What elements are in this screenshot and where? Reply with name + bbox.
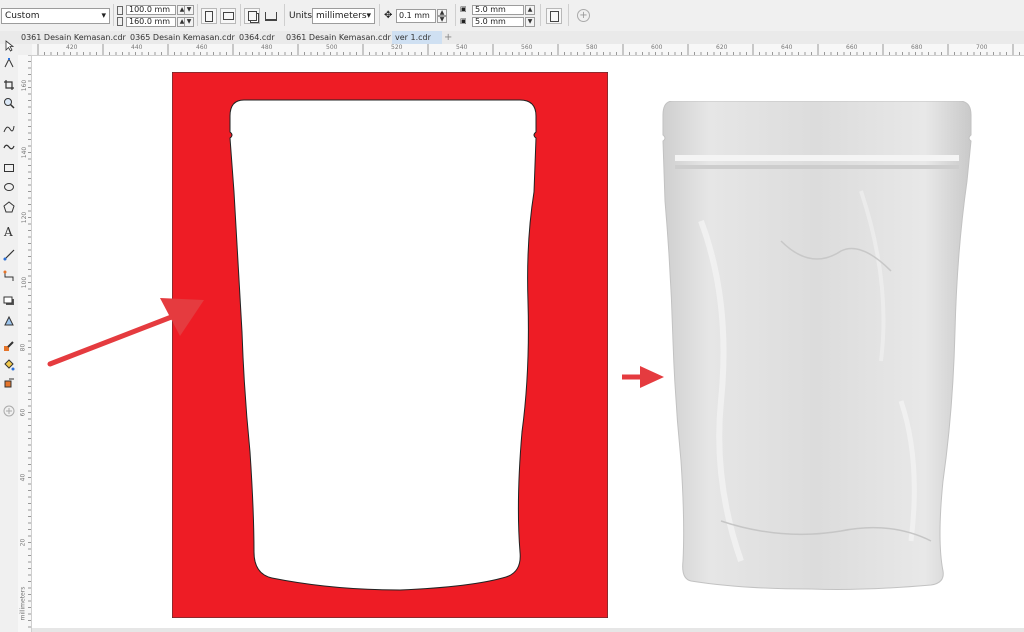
landscape-button[interactable] xyxy=(220,8,236,24)
crop-tool-icon[interactable] xyxy=(2,78,16,92)
tab-document-4[interactable]: 0361 Desain Kemasan.cdr xyxy=(283,31,394,44)
height-icon xyxy=(117,17,123,29)
page-width-field[interactable]: 100.0 mm xyxy=(126,5,176,15)
height-spin-down[interactable]: ▼ xyxy=(184,17,194,27)
nudge-icon: ✥ xyxy=(384,10,393,21)
nudge-distance-field[interactable]: 0.1 mm xyxy=(396,9,436,23)
duplicate-x-icon: ▣ xyxy=(460,5,467,13)
units-select[interactable]: millimeters ▾ xyxy=(312,8,375,24)
transparency-tool-icon[interactable] xyxy=(2,314,16,328)
arrow-right-icon xyxy=(47,298,204,367)
chevron-down-icon: ▾ xyxy=(366,11,372,21)
arrow-right-icon xyxy=(622,366,664,388)
eyedropper-tool-icon[interactable] xyxy=(2,339,16,353)
horizontal-ruler[interactable]: 420 440 460 480 500 520 540 560 580 600 … xyxy=(32,44,1024,56)
add-tool-icon[interactable] xyxy=(2,404,16,418)
text-tool-icon[interactable]: A xyxy=(2,224,16,238)
parallel-dimension-tool-icon[interactable] xyxy=(2,248,16,262)
tab-document-5[interactable]: ver 1.cdr xyxy=(392,31,442,44)
duplicate-y-field[interactable]: 5.0 mm xyxy=(472,17,524,27)
smart-fill-tool-icon[interactable] xyxy=(2,376,16,390)
add-icon[interactable]: + xyxy=(577,9,590,22)
freehand-tool-icon[interactable] xyxy=(2,122,16,136)
drop-shadow-tool-icon[interactable] xyxy=(2,294,16,308)
pages-icon xyxy=(247,11,257,21)
portrait-icon xyxy=(205,10,213,22)
duplicate-x-field[interactable]: 5.0 mm xyxy=(472,5,524,15)
ruler-ticks xyxy=(37,44,1020,55)
property-bar: Custom ▾ 100.0 mm ▲ 160.0 mm ▲ ▼ ▼ Units… xyxy=(0,0,1024,32)
document-tab-bar: 0361 Desain Kemasan.cdr 0365 Desain Kema… xyxy=(0,31,1024,45)
tab-document-3[interactable]: 0364.cdr xyxy=(236,31,278,44)
shape-tool-icon[interactable] xyxy=(2,56,16,70)
page-options-button[interactable] xyxy=(546,8,562,24)
portrait-button[interactable] xyxy=(201,8,217,24)
duplicate-y-spin[interactable]: ▼ xyxy=(525,17,535,27)
nudge-spin-up[interactable]: ▲ xyxy=(437,9,447,16)
smart-drawing-tool-icon[interactable] xyxy=(2,140,16,154)
vertical-ruler[interactable]: 160 140 120 100 80 60 40 20 millimeters xyxy=(18,55,32,632)
pouch-cutout-shape xyxy=(229,99,537,591)
new-tab-icon[interactable]: + xyxy=(441,31,455,44)
rectangle-tool-icon[interactable] xyxy=(2,161,16,175)
chevron-down-icon: ▾ xyxy=(101,11,106,21)
duplicate-x-spin[interactable]: ▲ xyxy=(525,5,535,15)
separator xyxy=(568,4,569,26)
page-size-icon xyxy=(265,11,277,21)
separator xyxy=(379,4,380,26)
svg-text:A: A xyxy=(3,225,13,237)
ellipse-tool-icon[interactable] xyxy=(2,180,16,194)
separator xyxy=(284,4,285,26)
horizontal-scrollbar[interactable] xyxy=(32,628,1024,632)
toolbox: A xyxy=(0,40,19,632)
page-preset-select[interactable]: Custom ▾ xyxy=(1,8,110,24)
nudge-spin-down[interactable]: ▼ xyxy=(437,16,447,23)
units-value: millimeters xyxy=(316,11,367,21)
interactive-fill-tool-icon[interactable] xyxy=(2,358,16,372)
ruler-ticks xyxy=(28,55,31,628)
landscape-icon xyxy=(222,12,234,20)
duplicate-y-icon: ▣ xyxy=(460,17,467,25)
separator xyxy=(455,4,456,26)
polygon-tool-icon[interactable] xyxy=(2,200,16,214)
width-spin-down[interactable]: ▼ xyxy=(184,5,194,15)
pouch-mockup-image[interactable] xyxy=(661,101,973,591)
all-pages-button[interactable] xyxy=(244,8,260,24)
tab-document-1[interactable]: 0361 Desain Kemasan.cdr xyxy=(18,31,129,44)
separator xyxy=(240,4,241,26)
current-page-button[interactable] xyxy=(263,8,279,24)
connector-tool-icon[interactable] xyxy=(2,269,16,283)
separator xyxy=(540,4,541,26)
zoom-tool-icon[interactable] xyxy=(2,96,16,110)
red-dieline-panel[interactable] xyxy=(172,72,608,618)
page-height-field[interactable]: 160.0 mm xyxy=(126,17,176,27)
pick-tool-icon[interactable] xyxy=(2,39,16,53)
separator xyxy=(197,4,198,26)
separator xyxy=(113,4,114,26)
page-preset-value: Custom xyxy=(5,11,40,21)
tab-document-2[interactable]: 0365 Desain Kemasan.cdr xyxy=(127,31,238,44)
page-options-icon xyxy=(549,10,559,22)
